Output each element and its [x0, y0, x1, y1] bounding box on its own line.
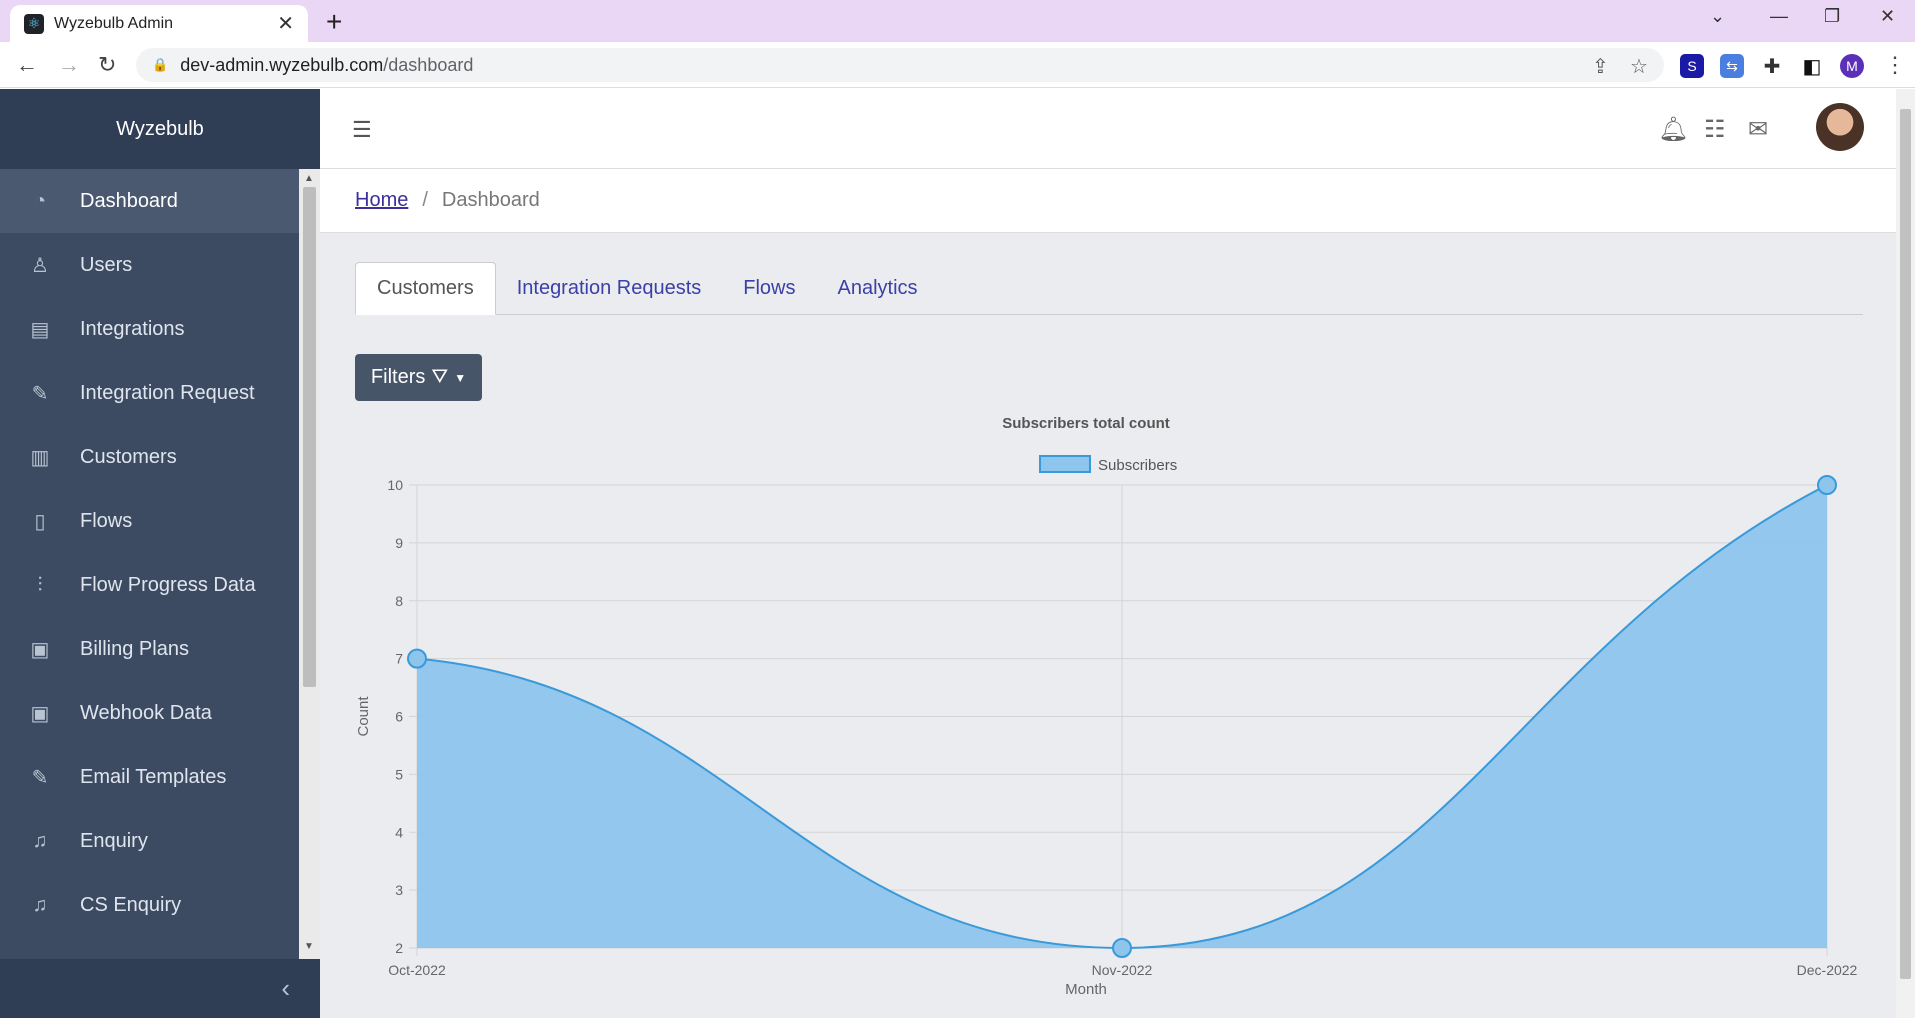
- browser-tab-title: Wyzebulb Admin: [54, 14, 174, 32]
- sidebar-item-label: Enquiry: [80, 829, 148, 852]
- bookmark-star-icon[interactable]: ☆: [1630, 54, 1648, 79]
- y-tick-label: 6: [395, 709, 403, 725]
- sidebar-item-flows[interactable]: ▯ Flows: [0, 489, 299, 553]
- share-icon[interactable]: ⇪: [1592, 54, 1609, 79]
- sidebar-item-dashboard[interactable]: ◔ Dashboard: [0, 169, 299, 233]
- sidebar-item-integration-request[interactable]: ✎ Integration Request: [0, 361, 299, 425]
- user-icon: ♙: [31, 254, 49, 277]
- money-icon: ▣: [30, 702, 50, 725]
- sidebar: Wyzebulb ◔ Dashboard ♙ Users ▤ Integrations ✎ I…: [0, 89, 320, 1018]
- sidebar-item-label: Billing Plans: [80, 637, 189, 660]
- restore-icon[interactable]: ❐: [1824, 6, 1840, 27]
- y-tick-label: 4: [395, 824, 403, 840]
- data-point: [1817, 475, 1837, 495]
- browser-tab-strip: ⚛ Wyzebulb Admin ✕ + ⌄ — ❐ ✕: [0, 0, 1915, 42]
- main-content: ☰ 🔔︎ ☷ ✉ Home / Dashboard Customers Integ…: [320, 89, 1896, 1018]
- scrollbar-thumb[interactable]: [1900, 109, 1911, 979]
- book-icon: ▥: [30, 446, 50, 469]
- sidebar-item-label: Webhook Data: [80, 701, 212, 724]
- sidebar-item-webhook-data[interactable]: ▣ Webhook Data: [0, 681, 299, 745]
- url-path: /dashboard: [383, 54, 474, 75]
- sidebar-item-label: Dashboard: [80, 189, 178, 212]
- sidebar-item-label: Flow Progress Data: [80, 573, 256, 596]
- page-scrollbar[interactable]: [1896, 89, 1915, 1018]
- chart-title: Subscribers total count: [1002, 415, 1170, 432]
- y-tick-label: 7: [395, 651, 403, 667]
- side-panel-icon[interactable]: ◧: [1800, 54, 1824, 78]
- sidebar-item-enquiry[interactable]: ♫ Enquiry: [0, 809, 299, 873]
- y-tick-label: 8: [395, 593, 403, 609]
- flow-icon: ▯: [34, 510, 46, 533]
- tab-search-icon[interactable]: ⌄: [1710, 6, 1725, 27]
- forward-icon[interactable]: →: [58, 52, 80, 78]
- sidebar-item-customers[interactable]: ▥ Customers: [0, 425, 299, 489]
- x-tick-label: Nov-2022: [1092, 962, 1153, 978]
- bell-icon: ♫: [32, 893, 48, 916]
- browser-menu-icon[interactable]: ⋮: [1884, 52, 1906, 78]
- sliders-icon: ⫶: [37, 573, 43, 596]
- legend-label: Subscribers: [1098, 457, 1177, 474]
- url-host: dev-admin.wyzebulb.com: [180, 54, 384, 75]
- extension-icon[interactable]: ⇆: [1720, 54, 1744, 78]
- pencil-icon: ✎: [31, 382, 49, 405]
- money-icon: ▣: [30, 638, 50, 661]
- sidebar-item-label: Email Templates: [80, 765, 227, 788]
- sidebar-nav: ◔ Dashboard ♙ Users ▤ Integrations ✎ Integratio…: [0, 169, 299, 959]
- legend-swatch: [1039, 455, 1091, 473]
- x-tick-label: Oct-2022: [388, 962, 446, 978]
- speedometer-icon: ◔: [33, 189, 47, 212]
- reload-icon[interactable]: ↻: [98, 52, 116, 78]
- sidebar-item-integrations[interactable]: ▤ Integrations: [0, 297, 299, 361]
- chevron-left-icon: ‹: [281, 973, 290, 1003]
- react-favicon-icon: ⚛: [24, 13, 44, 34]
- close-tab-icon[interactable]: ✕: [277, 11, 294, 36]
- url-field[interactable]: 🔒 dev-admin.wyzebulb.com/dashboard ⇪ ☆: [136, 48, 1664, 82]
- profile-avatar[interactable]: M: [1840, 54, 1864, 78]
- scrollbar-thumb[interactable]: [303, 187, 316, 687]
- y-tick-label: 9: [395, 535, 403, 551]
- y-tick-label: 2: [395, 940, 403, 956]
- sidebar-item-label: Customers: [80, 445, 177, 468]
- x-tick-label: Dec-2022: [1797, 962, 1858, 978]
- list-icon: ▤: [30, 318, 50, 341]
- y-tick-label: 5: [395, 766, 403, 782]
- subscribers-chart: 2 3 4 5 6 7 8 9 10 Oct-2022 Nov-2022 Dec-2022 Subscr…: [355, 415, 1858, 998]
- scroll-up-icon[interactable]: ▲: [304, 173, 314, 184]
- y-tick-label: 3: [395, 882, 403, 898]
- extensions-puzzle-icon[interactable]: ✚: [1760, 54, 1784, 78]
- sidebar-item-flow-progress-data[interactable]: ⫶ Flow Progress Data: [0, 553, 299, 617]
- sidebar-item-label: CS Enquiry: [80, 893, 182, 916]
- sidebar-item-label: Integrations: [80, 317, 185, 340]
- y-axis-label: Count: [355, 696, 372, 737]
- lock-icon: 🔒: [152, 57, 169, 72]
- address-bar: ← → ↻ 🔒 dev-admin.wyzebulb.com/dashboard…: [0, 42, 1915, 88]
- scroll-down-icon[interactable]: ▼: [304, 941, 314, 952]
- sidebar-item-label: Users: [80, 253, 133, 276]
- x-axis-label: Month: [1065, 981, 1107, 998]
- sidebar-item-email-templates[interactable]: ✎ Email Templates: [0, 745, 299, 809]
- sidebar-item-users[interactable]: ♙ Users: [0, 233, 299, 297]
- back-icon[interactable]: ←: [16, 52, 38, 78]
- sidebar-item-label: Integration Request: [80, 381, 255, 404]
- extension-icon[interactable]: S: [1680, 54, 1704, 78]
- sidebar-item-cs-enquiry[interactable]: ♫ CS Enquiry: [0, 873, 299, 937]
- pencil-icon: ✎: [31, 766, 49, 789]
- sidebar-item-billing-plans[interactable]: ▣ Billing Plans: [0, 617, 299, 681]
- new-tab-icon[interactable]: +: [326, 6, 342, 38]
- brand-logo[interactable]: Wyzebulb: [0, 89, 320, 169]
- data-point: [407, 648, 427, 669]
- browser-tab[interactable]: ⚛ Wyzebulb Admin ✕: [10, 5, 308, 42]
- sidebar-collapse-toggle[interactable]: ‹: [0, 959, 320, 1018]
- minimize-icon[interactable]: —: [1770, 6, 1788, 27]
- sidebar-item-label: Flows: [80, 509, 133, 532]
- sidebar-scrollbar[interactable]: ▲ ▼: [299, 169, 320, 959]
- window-close-icon[interactable]: ✕: [1880, 6, 1895, 27]
- bell-icon: ♫: [32, 829, 48, 852]
- y-tick-label: 10: [387, 477, 403, 493]
- data-point: [1112, 938, 1132, 958]
